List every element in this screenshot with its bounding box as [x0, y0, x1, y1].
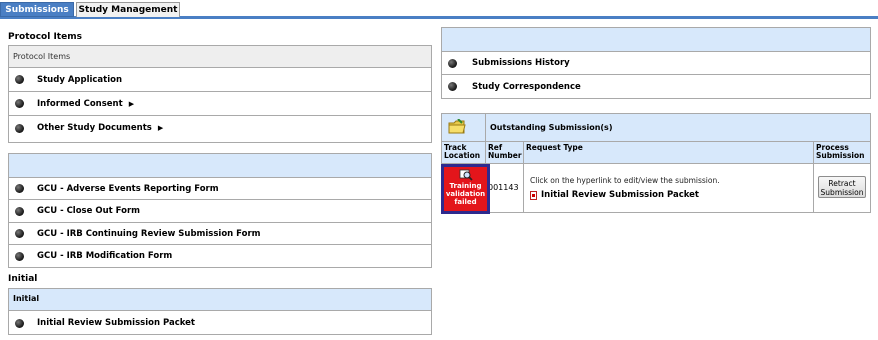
bullet-icon — [15, 75, 24, 84]
list-item[interactable]: GCU - Close Out Form — [9, 200, 431, 223]
bullet-icon — [15, 99, 24, 108]
outstanding-submissions-table: Outstanding Submission(s) Track Location… — [441, 113, 871, 213]
process-cell: Retract Submission — [814, 164, 870, 212]
list-item[interactable]: Submissions History — [442, 52, 870, 75]
retract-submission-button[interactable]: Retract Submission — [818, 176, 866, 198]
list-item[interactable]: GCU - IRB Modification Form — [9, 245, 431, 267]
track-status-badge: Training validation failed — [444, 167, 487, 211]
tab-bar: Submissions Study Management — [0, 0, 878, 19]
bullet-icon — [448, 82, 457, 91]
informed-consent-link[interactable]: Informed Consent — [37, 99, 123, 109]
list-item[interactable]: Informed Consent ▶ — [9, 92, 431, 116]
submissions-history-link[interactable]: Submissions History — [472, 58, 570, 68]
bullet-icon — [15, 318, 24, 328]
pdf-icon — [530, 190, 537, 200]
list-item[interactable]: Study Application — [9, 68, 431, 92]
adverse-events-form-link[interactable]: GCU - Adverse Events Reporting Form — [37, 184, 219, 194]
tab-study-management[interactable]: Study Management — [76, 2, 180, 17]
table-row: 001143 Click on the hyperlink to edit/vi… — [442, 164, 870, 212]
request-link-label[interactable]: Initial Review Submission Packet — [541, 190, 699, 200]
col-track-location: Track Location — [442, 142, 486, 163]
study-correspondence-link[interactable]: Study Correspondence — [472, 82, 581, 92]
forms-panel: GCU - Adverse Events Reporting Form GCU … — [8, 153, 432, 268]
bullet-icon — [15, 184, 24, 193]
list-item[interactable]: Other Study Documents ▶ — [9, 116, 431, 140]
bullet-icon — [15, 251, 24, 261]
protocol-items-header: Protocol Items — [9, 46, 431, 68]
edit-hint: Click on the hyperlink to edit/view the … — [530, 176, 720, 185]
submenu-arrow-icon[interactable]: ▶ — [158, 124, 163, 132]
modification-form-link[interactable]: GCU - IRB Modification Form — [37, 251, 172, 261]
bullet-icon — [15, 206, 24, 216]
protocol-section-title: Protocol Items — [8, 32, 82, 42]
list-item[interactable]: Initial Review Submission Packet — [9, 311, 431, 335]
list-item[interactable]: GCU - Adverse Events Reporting Form — [9, 178, 431, 200]
initial-review-packet-link[interactable]: Initial Review Submission Packet — [37, 318, 195, 328]
list-item[interactable]: GCU - IRB Continuing Review Submission F… — [9, 223, 431, 245]
protocol-items-panel: Protocol Items Study Application Informe… — [8, 45, 432, 143]
initial-header: Initial — [9, 289, 431, 311]
continuing-review-form-link[interactable]: GCU - IRB Continuing Review Submission F… — [37, 229, 261, 239]
outstanding-title: Outstanding Submission(s) — [490, 123, 613, 132]
folder-cell — [442, 113, 486, 142]
list-item[interactable]: Study Correspondence — [442, 75, 870, 98]
ref-number: 001143 — [486, 164, 524, 212]
tab-submissions[interactable]: Submissions — [0, 2, 74, 17]
bullet-icon — [448, 58, 457, 68]
col-process-submission: Process Submission — [816, 143, 865, 160]
track-status-text: Training validation failed — [445, 182, 486, 206]
outstanding-header: Outstanding Submission(s) — [442, 113, 870, 142]
forms-header — [9, 154, 431, 178]
other-study-documents-link[interactable]: Other Study Documents — [37, 123, 152, 133]
request-type-cell: Click on the hyperlink to edit/view the … — [524, 164, 814, 212]
initial-panel: Initial Initial Review Submission Packet — [8, 288, 432, 335]
track-location-status[interactable]: Training validation failed — [441, 164, 490, 214]
close-out-form-link[interactable]: GCU - Close Out Form — [37, 206, 140, 216]
col-request-type: Request Type — [524, 142, 814, 163]
bullet-icon — [15, 229, 24, 238]
bullet-icon — [15, 123, 24, 133]
history-panel: Submissions History Study Correspondence — [441, 27, 871, 99]
study-application-link[interactable]: Study Application — [37, 75, 122, 85]
submenu-arrow-icon[interactable]: ▶ — [129, 100, 134, 108]
folder-icon — [448, 118, 466, 133]
history-header — [442, 28, 870, 52]
initial-section-title: Initial — [8, 274, 38, 284]
magnifier-icon — [459, 169, 473, 181]
request-link[interactable]: Initial Review Submission Packet — [530, 190, 813, 200]
col-ref-number: Ref Number — [486, 142, 524, 163]
table-header-row: Track Location Ref Number Request Type P… — [442, 142, 870, 164]
